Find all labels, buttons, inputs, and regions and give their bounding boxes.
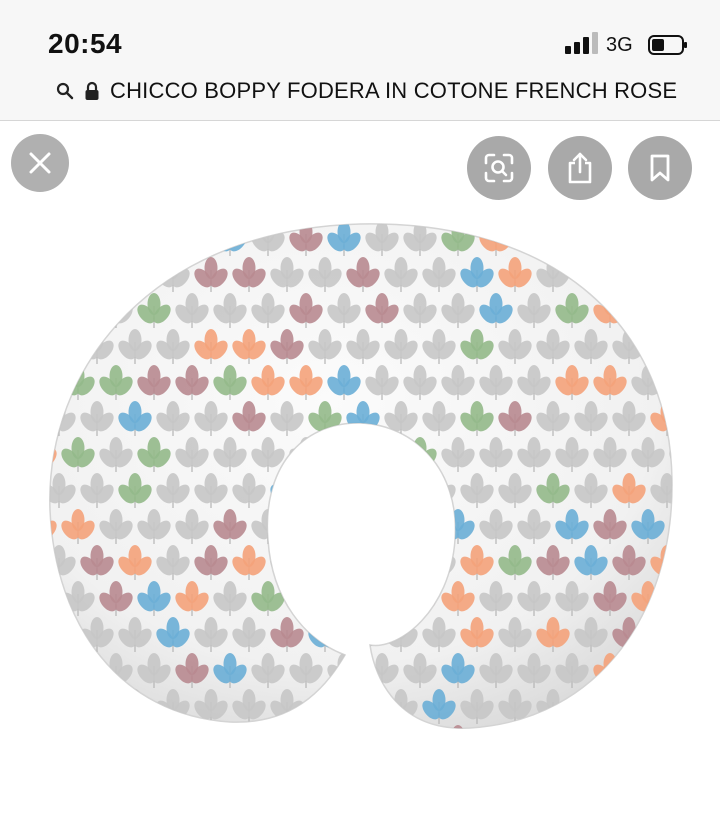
share-button[interactable] [548,136,612,200]
leaf-sprig [289,581,323,616]
url-bar[interactable]: CHICCO BOPPY FODERA IN COTONE FRENCH ROS… [0,62,720,121]
leaf-sprig [641,725,655,729]
leaf-sprig [669,520,673,540]
leaf-sprig [49,592,57,612]
leaf-sprig [666,725,706,760]
leaf-sprig [49,304,57,324]
leaf-sprig [685,545,720,580]
leaf-sprig [299,725,313,729]
share-icon [568,152,592,184]
leaf-sprig [261,725,275,729]
leaf-sprig [20,725,60,760]
leaf-sprig [49,617,76,652]
leaf-sprig [185,725,199,729]
leaf-sprig [384,473,418,508]
leaf-sprig [365,437,399,472]
leaf-sprig [289,509,323,544]
leaf-sprig [685,401,720,436]
leaf-sprig [375,725,389,729]
leaf-sprig [147,725,161,729]
leaf-sprig [650,257,673,292]
leaf-sprig [365,509,399,544]
bookmark-button[interactable] [628,136,692,200]
leaf-sprig [308,473,342,508]
leaf-sprig [631,293,665,328]
leaf-sprig [337,725,351,729]
lens-icon [484,153,514,183]
leaf-sprig [49,329,76,364]
leaf-sprig [80,689,114,724]
leaf-sprig [413,725,427,729]
leaf-sprig [669,304,673,324]
leaf-sprig [685,617,720,652]
leaf-sprig [403,509,437,544]
visual-search-button[interactable] [467,136,531,200]
leaf-sprig [346,473,380,508]
leaf-sprig [650,329,673,364]
leaf-sprig [109,725,123,729]
leaf-sprig [175,223,209,256]
leaf-sprig [685,257,720,292]
leaf-sprig [61,653,95,688]
leaf-sprig [61,223,95,256]
leaf-sprig [631,223,665,256]
network-type: 3G [606,34,633,56]
leaf-sprig [669,376,673,396]
leaf-sprig [612,689,646,724]
leaf-sprig [593,223,627,256]
leaf-sprig [527,725,541,729]
leaf-sprig [61,293,95,328]
leaf-sprig [384,545,418,580]
leaf-sprig [565,725,579,729]
leaf-sprig [451,725,465,729]
leaf-sprig [327,437,361,472]
lock-icon [85,81,99,100]
leaf-sprig [631,653,665,688]
search-icon [56,82,74,100]
leaf-sprig [49,257,76,292]
leaf-sprig [49,664,57,684]
signal-icon [565,32,598,54]
leaf-sprig [669,664,673,684]
leaf-sprig [612,257,646,292]
leaf-sprig [669,592,673,612]
leaf-sprig [80,257,114,292]
url-content[interactable]: CHICCO BOPPY FODERA IN COTONE FRENCH ROS… [56,78,677,104]
close-icon [29,152,51,174]
leaf-sprig [650,689,673,724]
leaf-sprig [574,689,608,724]
leaf-sprig [99,223,133,256]
nursing-pillow-image [20,223,720,760]
leaf-sprig [308,545,342,580]
page-title: CHICCO BOPPY FODERA IN COTONE FRENCH ROS… [110,78,678,103]
leaf-sprig [346,689,380,724]
product-image[interactable] [0,210,720,770]
leaf-sprig [555,223,589,256]
leaf-sprig [346,545,380,580]
leaf-sprig [327,581,361,616]
leaf-sprig [365,581,399,616]
leaf-sprig [49,689,76,724]
leaf-sprig [685,689,720,724]
bookmark-icon [650,154,670,182]
leaf-sprig [685,473,720,508]
leaf-sprig [650,617,673,652]
close-button[interactable] [11,134,69,192]
leaf-sprig [71,725,85,729]
leaf-sprig [489,725,503,729]
leaf-sprig [49,376,57,396]
leaf-sprig [327,509,361,544]
leaf-sprig [603,725,617,729]
leaf-sprig [669,232,673,252]
status-bar: 20:54 3G [0,0,720,62]
leaf-sprig [685,329,720,364]
status-time: 20:54 [48,28,123,59]
leaf-sprig [137,223,171,256]
leaf-sprig [49,232,57,252]
leaf-sprig [223,725,237,729]
battery-icon [648,35,687,55]
leaf-sprig [118,257,152,292]
